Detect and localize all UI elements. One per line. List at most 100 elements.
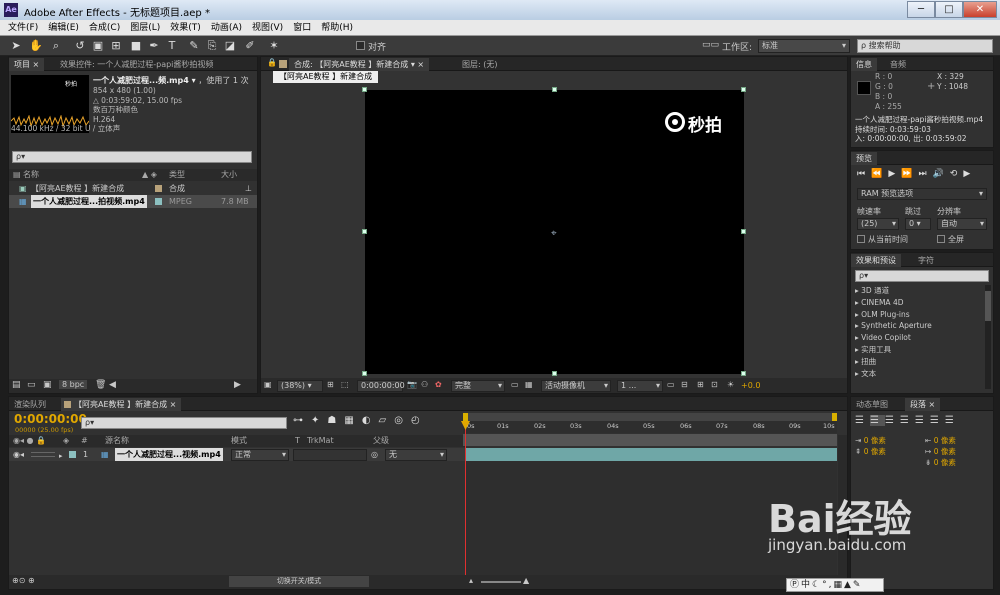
effect-category[interactable]: ▸ 实用工具 [855,344,983,356]
first-line-field[interactable]: ↦ 0 像素 [925,446,956,457]
resolution-select[interactable]: 自动 ▾ [937,218,987,230]
draft-3d-icon[interactable]: ✦ [311,415,327,426]
new-folder-icon[interactable]: ▭ [27,380,36,390]
layer-duration-bar[interactable] [465,448,837,461]
maximize-button[interactable]: □ [935,1,963,18]
column-type[interactable]: 类型 [169,169,185,181]
column-size[interactable]: 大小 [221,169,237,181]
column-mode[interactable]: 模式 [231,435,247,447]
exposure-icon[interactable]: ☀ [727,380,734,389]
scroll-right-icon[interactable]: ▶ [234,380,241,390]
expand-layer-icon[interactable]: ▸ [59,450,63,463]
ram-preview-icon[interactable]: ▶ [963,169,976,179]
layer-label-swatch[interactable] [69,451,76,458]
tab-layer[interactable]: 图层: (无) [457,58,502,71]
puppet-tool-icon[interactable]: ✶ [266,38,282,54]
loop-icon[interactable]: ⟲ [950,169,964,179]
clone-tool-icon[interactable]: ⎘ [204,38,220,54]
tab-composition[interactable]: 合成: 【阿亮AE教程 】新建合成 ▾ × [289,58,430,71]
bbox-handle[interactable] [741,371,746,376]
zoom-out-icon[interactable]: ▴ [469,576,473,585]
justify-all-icon[interactable]: ☰ [945,415,960,426]
mute-icon[interactable]: 🔊 [933,169,950,179]
brainstorm-icon[interactable]: ◴ [411,415,428,426]
view-layout-select[interactable]: 1 ... ▾ [617,380,663,392]
effect-category[interactable]: ▸ CINEMA 4D [855,297,983,309]
effects-scrollbar[interactable] [985,285,991,389]
tab-motion-sketch[interactable]: 动态草图 [851,398,893,411]
transparency-grid-icon[interactable]: ▦ [525,380,533,389]
grid-icon[interactable]: ⊞ [327,380,334,389]
pickwhip-icon[interactable]: ◎ [371,448,378,461]
menu-edit[interactable]: 编辑(E) [43,20,84,36]
fast-preview-icon[interactable]: ⊟ [681,380,688,389]
menu-composition[interactable]: 合成(C) [84,20,125,36]
skip-select[interactable]: 0 ▾ [905,218,931,230]
roi-icon[interactable]: ▭ [511,380,519,389]
menu-help[interactable]: 帮助(H) [316,20,358,36]
eraser-tool-icon[interactable]: ◪ [222,38,238,54]
timeline-search-input[interactable]: ρ▾ [81,417,287,429]
tab-audio[interactable]: 音频 [885,58,911,71]
justify-right-icon[interactable]: ☰ [930,415,945,426]
flowchart-icon[interactable]: ⊡ [711,380,718,389]
last-frame-icon[interactable]: ⏭ [918,169,932,179]
lock-icon[interactable]: 🔒 [267,58,277,67]
effect-category[interactable]: ▸ Video Copilot [855,332,983,344]
tab-paragraph[interactable]: 段落 × [905,398,941,411]
tab-character[interactable]: 字符 [913,254,939,267]
first-frame-icon[interactable]: ⏮ [857,169,871,179]
zoom-slider[interactable] [481,581,521,583]
bbox-handle[interactable] [552,87,557,92]
menu-view[interactable]: 视图(V) [247,20,288,36]
tab-info[interactable]: 信息 [851,58,877,71]
bbox-handle[interactable] [362,87,367,92]
graph-editor-icon[interactable]: ▱ [379,415,395,426]
column-source-name[interactable]: 源名称 [105,435,129,447]
frame-rate-select[interactable]: (25) ▾ [857,218,899,230]
layer-switches-icon[interactable]: ⊕⊙ ⊕ [12,576,35,585]
align-left-icon[interactable]: ☰ [855,415,870,426]
indent-left-field[interactable]: ⇥ 0 像素 [855,435,886,446]
layer-name[interactable]: 一个人减肥过程...视频.mp4 [115,448,223,461]
minimize-button[interactable]: ─ [907,1,935,18]
bpc-button[interactable]: 8 bpc [59,380,88,389]
roto-tool-icon[interactable]: ✐ [242,38,258,54]
playhead-line[interactable] [465,421,466,577]
menu-file[interactable]: 文件(F) [0,20,43,36]
zoom-in-icon[interactable]: ▲ [523,576,529,585]
current-time-display[interactable]: 0:00:00:00 [357,380,405,392]
mask-tool-icon[interactable]: ■ [128,38,144,54]
timeline-icon[interactable]: ⊞ [697,380,704,389]
next-frame-icon[interactable]: ⏩ [901,169,918,179]
prev-frame-icon[interactable]: ⏪ [871,169,888,179]
menu-animation[interactable]: 动画(A) [206,20,247,36]
frame-blending-icon[interactable]: ▦ [344,415,361,426]
indent-right-field[interactable]: ⇤ 0 像素 [925,435,956,446]
close-button[interactable]: ✕ [963,1,997,18]
magnification-select[interactable]: (38%) ▾ [277,380,323,392]
mask-visibility-icon[interactable]: ⬚ [341,380,349,389]
tab-effect-controls[interactable]: 效果控件: 一个人减肥过程-papi酱秒拍视频 [55,58,257,71]
align-center-icon[interactable]: ☰ [869,415,885,426]
flowchart-icon[interactable]: ⊥ [245,182,252,195]
exposure-value[interactable]: +0.0 [741,381,760,390]
tab-render-queue[interactable]: 渲染队列 [9,398,51,411]
align-checkbox[interactable] [356,41,365,50]
effect-category[interactable]: ▸ 扭曲 [855,356,983,368]
fullscreen-checkbox[interactable] [937,235,945,243]
bbox-handle[interactable] [552,371,557,376]
hide-shy-icon[interactable]: ☗ [327,415,344,426]
channel-icon[interactable]: ✿ [435,380,442,389]
camera-tool-icon[interactable]: ▣ [90,38,106,54]
effect-category[interactable]: ▸ 3D 通道 [855,285,983,297]
interpret-footage-icon[interactable]: ▤ [12,380,21,390]
from-current-checkbox[interactable] [857,235,865,243]
tab-preview[interactable]: 预览 [851,152,877,165]
ram-preview-options-select[interactable]: RAM 预览选项 ▾ [857,188,987,200]
hand-tool-icon[interactable]: ✋ [28,38,44,54]
play-icon[interactable]: ▶ [888,169,901,179]
comp-breadcrumb[interactable]: 【阿亮AE教程 】新建合成 [273,71,379,83]
timeline-current-time[interactable]: 0:00:00:00 [14,412,87,426]
bbox-handle[interactable] [362,229,367,234]
